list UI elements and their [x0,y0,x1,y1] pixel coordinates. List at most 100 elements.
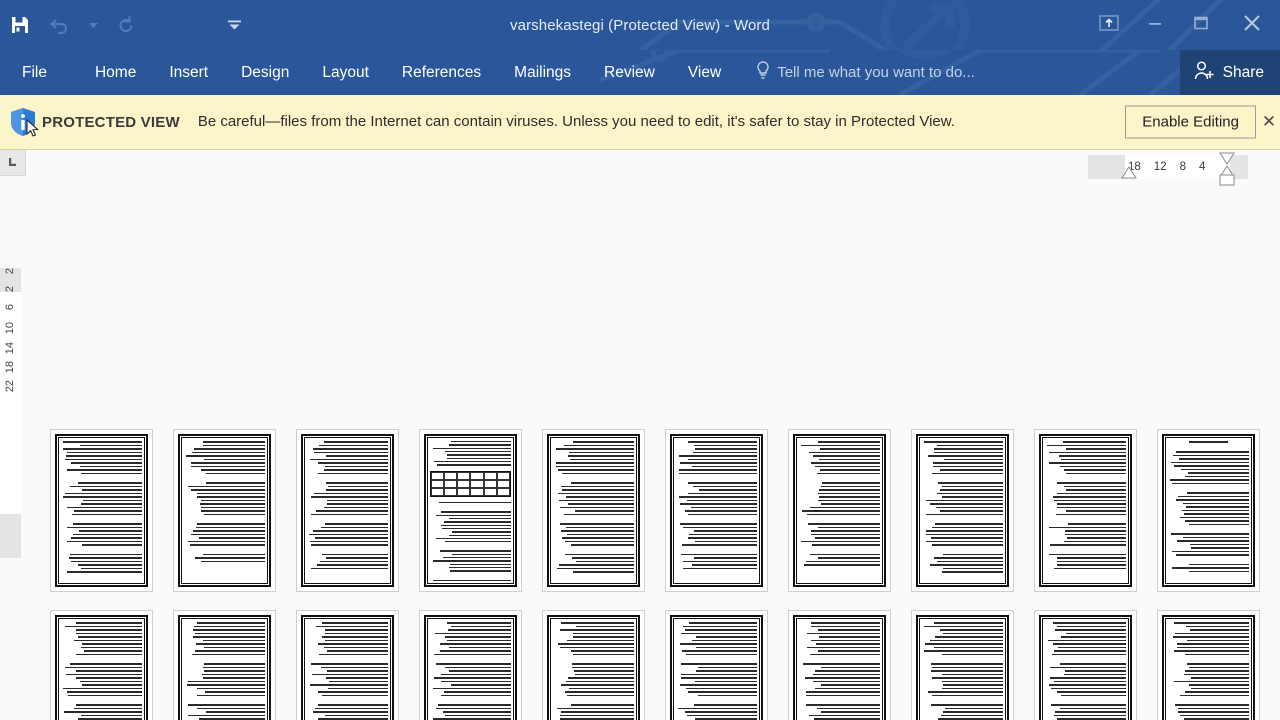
text-line [1178,711,1249,713]
page-thumbnail[interactable] [1034,610,1137,720]
text-line [567,503,634,505]
first-line-indent-marker[interactable] [1121,166,1137,179]
table-cell [483,479,497,488]
text-line [811,639,880,641]
page-thumbnail[interactable] [173,610,276,720]
protected-view-message: Be careful—files from the Internet can c… [197,113,955,131]
tab-home[interactable]: Home [95,50,136,95]
page-content [1168,441,1249,581]
text-line [923,441,1003,443]
text-line [445,541,511,543]
maximize-button[interactable] [1178,3,1224,43]
minimize-button[interactable] [1132,3,1178,43]
page-thumbnail[interactable] [1157,610,1260,720]
ribbon-display-options-icon[interactable] [1086,3,1132,43]
text-line [76,622,142,624]
tab-mailings[interactable]: Mailings [514,50,571,95]
undo-dropdown-icon[interactable] [80,7,106,43]
page-thumbnail[interactable] [296,429,399,592]
tab-design[interactable]: Design [241,50,289,95]
page-thumbnail[interactable] [1034,429,1137,592]
page-thumbnail[interactable] [419,610,522,720]
text-line [1178,707,1249,709]
text-line [804,564,880,566]
tab-references[interactable]: References [402,50,481,95]
vertical-ruler[interactable]: 2 2 6 10 14 18 22 [0,268,21,558]
ribbon-tabs[interactable]: File Home Insert Design Layout Reference… [0,50,721,95]
text-line [680,503,757,505]
text-line [817,441,880,443]
page-thumbnail[interactable] [50,429,153,592]
text-line [435,514,511,516]
customize-qat-icon[interactable] [214,7,254,43]
lightbulb-icon [756,61,770,84]
text-line [202,553,265,555]
text-line [936,506,1003,508]
text-line [327,650,388,652]
text-line [571,663,634,665]
text-line [1048,462,1126,464]
page-thumbnail[interactable] [665,610,768,720]
share-button[interactable]: Share [1179,50,1280,95]
horizontal-ruler[interactable]: 18 12 8 4 [1088,152,1248,186]
page-thumbnail[interactable] [911,610,1014,720]
text-line [65,458,142,460]
tab-file[interactable]: File [22,50,47,95]
page-content [1045,441,1126,581]
page-thumbnail[interactable] [50,610,153,720]
table-cell [470,471,484,480]
tab-layout[interactable]: Layout [322,50,369,95]
text-line [680,643,757,645]
text-line [436,464,511,466]
text-line [562,472,634,474]
page-thumbnail[interactable] [1157,429,1260,592]
text-line [1064,533,1126,535]
page-thumbnail[interactable] [542,610,645,720]
page-thumbnail[interactable] [788,429,891,592]
page-thumbnail[interactable] [665,429,768,592]
text-line [73,523,142,525]
text-line [196,496,265,498]
page-thumbnail[interactable] [542,429,645,592]
page-content [1168,622,1249,720]
text-line [324,441,388,443]
page-thumbnail[interactable] [296,610,399,720]
text-line [1185,653,1249,655]
page-thumbnail[interactable] [911,429,1014,592]
text-line [83,650,142,652]
text-line [327,499,388,501]
text-line [69,485,142,487]
text-line [198,537,265,539]
text-line [821,711,880,713]
tell-me-box[interactable]: Tell me what you want to do... [756,61,975,84]
text-line [448,444,511,446]
tab-insert[interactable]: Insert [169,50,208,95]
close-protected-view-bar-icon[interactable]: ✕ [1260,112,1278,132]
text-line [819,496,880,498]
redo-icon[interactable] [106,7,146,43]
page-thumbnail[interactable] [419,429,522,592]
text-line [810,622,880,624]
enable-editing-button[interactable]: Enable Editing [1125,105,1256,139]
tab-view[interactable]: View [688,50,721,95]
undo-icon[interactable] [40,7,80,43]
close-button[interactable] [1224,3,1280,43]
text-line [574,673,634,675]
text-line [813,718,880,720]
tab-review[interactable]: Review [604,50,655,95]
page-thumbnail[interactable] [173,429,276,592]
tab-stop-selector-button[interactable] [0,150,26,176]
page-thumbnail[interactable] [788,610,891,720]
text-line [943,567,1003,569]
save-icon[interactable] [0,7,40,43]
text-line [817,707,880,709]
left-indent-marker[interactable] [1219,174,1235,186]
text-line [314,451,388,453]
quick-access-toolbar[interactable] [0,0,254,50]
text-line [932,666,1003,668]
text-line [325,557,388,559]
window-controls[interactable] [1086,0,1280,46]
table-cell [444,479,458,488]
